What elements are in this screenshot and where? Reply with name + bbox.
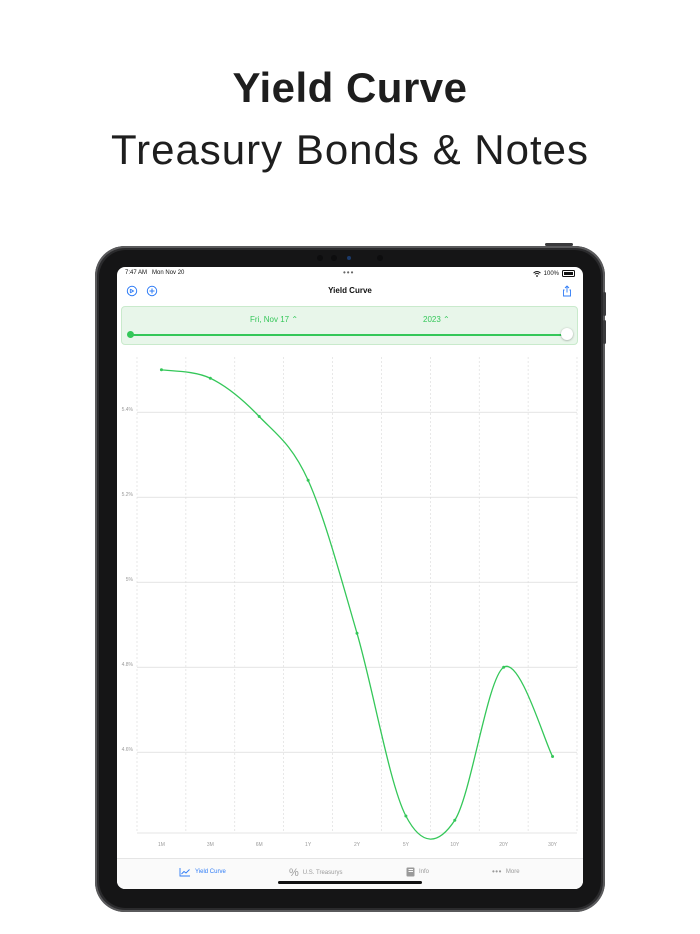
- volume-down-button: [603, 320, 606, 344]
- sensor-dot: [377, 255, 383, 261]
- tab-more[interactable]: ••• More: [492, 867, 520, 876]
- yield-curve-svg: 5.4% 5.2% 5% 4.8% 4.6% 1M 3M 6M 1Y 2Y 5Y 10Y 20Y 30Y: [122, 357, 578, 848]
- x-axis-tick-label: 10Y: [450, 842, 460, 848]
- nav-bar: Yield Curve: [117, 281, 583, 303]
- y-axis-tick-label: 5%: [126, 577, 134, 583]
- sensor-dot: [331, 255, 337, 261]
- tab-label: More: [505, 868, 520, 875]
- data-point: [355, 631, 359, 635]
- date-slider-thumb[interactable]: [561, 328, 573, 340]
- status-date: Mon Nov 20: [152, 270, 185, 276]
- chart-line-icon: [179, 868, 190, 877]
- x-axis-tick-label: 6M: [256, 842, 263, 848]
- tab-label: U.S. Treasurys: [302, 870, 343, 876]
- battery-percent: 100%: [543, 270, 559, 277]
- data-point: [404, 814, 408, 818]
- battery-icon: [562, 270, 575, 277]
- date-slider-track[interactable]: [131, 334, 568, 336]
- tab-yield-curve[interactable]: Yield Curve: [179, 867, 226, 877]
- data-point: [208, 376, 212, 380]
- nav-title: Yield Curve: [328, 286, 372, 295]
- date-picker[interactable]: Fri, Nov 17 ⌃: [250, 315, 298, 324]
- data-point: [257, 415, 261, 418]
- yield-curve-chart[interactable]: 5.4% 5.2% 5% 4.8% 4.6% 1M 3M 6M 1Y 2Y 5Y 10Y 20Y 30Y: [117, 349, 583, 857]
- date-slider-min-dot: [127, 331, 134, 338]
- x-axis-tick-label: 2Y: [354, 842, 361, 848]
- tab-us-treasurys[interactable]: % U.S. Treasurys: [289, 867, 342, 879]
- camera-lens: [347, 256, 351, 260]
- status-time: 7:47 AM: [125, 270, 148, 276]
- data-point: [453, 818, 457, 822]
- home-indicator: [278, 881, 422, 884]
- data-point: [551, 755, 555, 758]
- x-axis-tick-label: 5Y: [403, 842, 410, 848]
- top-button: [545, 243, 573, 246]
- x-axis-tick-label: 30Y: [548, 842, 558, 848]
- year-picker[interactable]: 2023 ⌃: [423, 315, 450, 324]
- data-point: [159, 368, 163, 372]
- x-axis-tick-label: 1Y: [305, 842, 312, 848]
- tab-info[interactable]: Info: [406, 867, 429, 877]
- tab-label: Yield Curve: [195, 869, 226, 875]
- date-selector-panel: Fri, Nov 17 ⌃ 2023 ⌃: [121, 306, 578, 345]
- promo-subtitle: Treasury Bonds & Notes: [111, 126, 589, 173]
- data-point: [306, 478, 310, 482]
- yield-curve-line: [161, 369, 554, 840]
- y-axis-tick-label: 5.4%: [122, 407, 134, 413]
- y-axis-tick-label: 4.6%: [122, 747, 134, 753]
- share-icon[interactable]: [561, 285, 573, 297]
- x-axis-tick-label: 1M: [158, 842, 165, 848]
- promo-title: Yield Curve: [232, 64, 468, 111]
- x-axis-tick-label: 3M: [207, 842, 214, 848]
- data-point: [502, 665, 506, 669]
- y-axis-tick-label: 4.8%: [122, 662, 134, 668]
- percent-icon: %: [289, 867, 299, 879]
- y-axis-tick-label: 5.2%: [122, 492, 134, 498]
- status-bar: 7:47 AM Mon Nov 20 ••• 100%: [117, 267, 583, 281]
- sensor-dot: [317, 255, 323, 261]
- multitasking-dots-icon[interactable]: •••: [343, 268, 354, 277]
- tab-bar: Yield Curve % U.S. Treasurys Info ••• Mo…: [117, 858, 583, 889]
- book-icon: [406, 867, 415, 877]
- wifi-icon: [532, 270, 541, 277]
- x-axis-tick-label: 20Y: [499, 842, 509, 848]
- volume-up-button: [603, 292, 606, 316]
- tab-label: Info: [419, 869, 430, 875]
- more-dots-icon: •••: [492, 867, 502, 876]
- app-screen: 7:47 AM Mon Nov 20 ••• 100% Yield Curve: [117, 267, 583, 889]
